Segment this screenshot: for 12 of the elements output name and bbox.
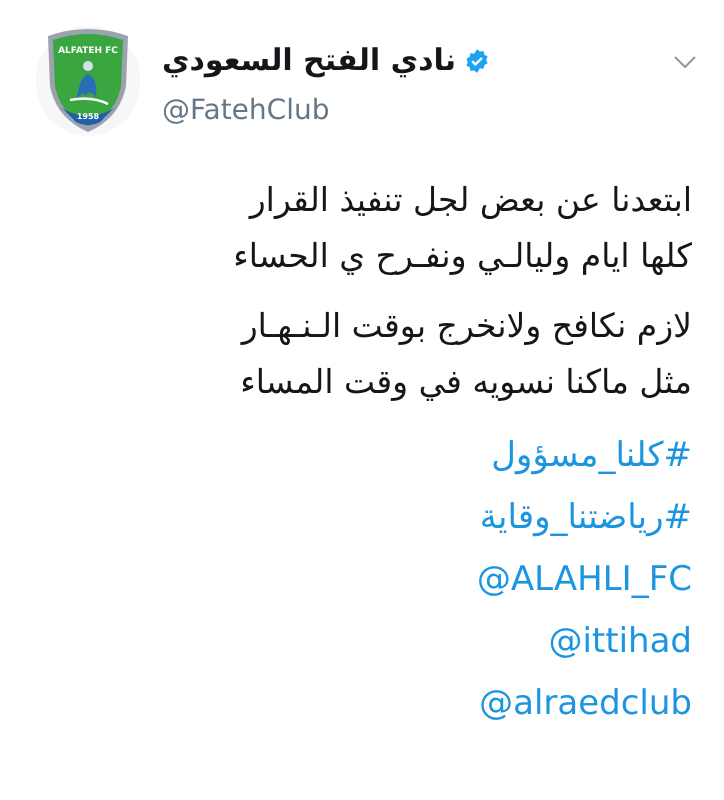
chevron-down-icon[interactable]: [674, 56, 696, 68]
tweet-link[interactable]: #رياضتنا_وقاية: [480, 486, 692, 548]
tweet-link[interactable]: #كلنا_مسؤول: [491, 424, 692, 486]
account-handle[interactable]: @FatehClub: [162, 89, 490, 131]
tweet-text-line: ابتعدنا عن بعض لجل تنفيذ القرار: [247, 179, 692, 221]
tweet-text-line: لازم نكافح ولانخرج بوقت الـنـهـار: [239, 305, 692, 347]
tweet-link[interactable]: @ittihad: [548, 610, 692, 672]
tweet-link[interactable]: @alraedclub: [479, 672, 692, 734]
account-name[interactable]: نادي الفتح السعودي: [162, 38, 456, 83]
tweet-text-line: كلها ايام وليالـي ونفـرح ي الحساء: [232, 235, 692, 277]
tweet-text-line: مثل ماكنا نسويه في وقت المساء: [239, 361, 692, 403]
tweet-link[interactable]: @ALAHLI_FC: [476, 548, 692, 610]
